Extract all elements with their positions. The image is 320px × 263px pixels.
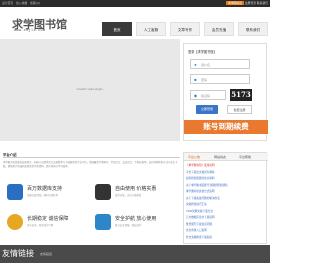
register-login-link[interactable]: 注册登录 [245, 1, 256, 5]
feature-title: 百万数据库支持 [27, 186, 63, 192]
main-nav: 首页 人工客服 文章写作 会员充值 联系我们 [102, 22, 272, 36]
top-bar-left: 设为首页 加入收藏 客服QQ [2, 1, 42, 5]
username-placeholder: 用户名 [201, 63, 211, 67]
feature-title: 安全护航 放心使用 [115, 216, 157, 222]
feature-desc: 多年运营，服务稳定可靠 [27, 224, 54, 227]
feature-stable: 长期稳定 诚信保障 多年运营，服务稳定可靠 [7, 212, 87, 232]
database-icon [7, 184, 23, 200]
lock-icon: ■ [194, 77, 197, 82]
shield-icon: ◆ [193, 93, 198, 98]
intro-divider [3, 157, 180, 158]
captcha-input[interactable]: ◆ 验证码 [190, 90, 226, 100]
nav-item-home[interactable]: 首页 [102, 22, 132, 36]
user-icon: ● [194, 62, 197, 67]
register-button[interactable]: 免费注册 [227, 105, 252, 114]
footer: 友情链接 友情链接 [0, 245, 270, 263]
login-panel: 登录【求学图书馆】 ● 用户名 ■ 密码 ◆ 验证码 5173 立即登录 免费注… [183, 43, 268, 141]
feature-desc: 账号安全保障，隐私保护 [115, 224, 142, 227]
captcha-placeholder: 验证码 [201, 94, 211, 98]
nav-item-writing[interactable]: 文章写作 [170, 22, 200, 36]
logo-url: www.cxjl1.com [14, 29, 46, 33]
site-name-link[interactable]: 求学图书馆 [226, 1, 245, 5]
password-placeholder: 密码 [201, 78, 208, 82]
feature-secure: 安全护航 放心使用 账号安全保障，隐私保护 [95, 212, 175, 232]
feature-title: 自由使用 价格实惠 [115, 186, 157, 192]
renew-banner[interactable]: 账号到期续费 [184, 120, 268, 134]
feature-desc: 按需充值，灵活方便超值 [115, 194, 142, 197]
tab-announcements[interactable]: 平台公告 [188, 155, 200, 159]
top-bar-right: 求学图书馆 注册登录 联系我们 [226, 1, 268, 5]
feature-database: 百万数据库支持 海量文献资源，随时在线检索 [7, 182, 87, 202]
plugin-message: Couldn't load plugin. [76, 87, 104, 91]
footer-title: 友情链接 [2, 249, 34, 258]
tab-help[interactable]: 平台帮助 [239, 155, 251, 159]
medal-icon [7, 214, 23, 230]
header: 求学图书馆 www.cxjl1.com 首页 人工客服 文章写作 会员充值 联系… [0, 7, 270, 37]
shield-icon [95, 214, 111, 230]
feature-title: 长期稳定 诚信保障 [27, 216, 69, 222]
feature-desc: 海量文献资源，随时在线检索 [27, 194, 59, 197]
contact-link[interactable]: 联系我们 [257, 1, 268, 5]
banner-plugin: Couldn't load plugin. [0, 39, 180, 141]
news-list: 《求学图书馆》使用说明 平台下载论文格式有哪些 如何找到需要的论文资料 关于求学… [186, 163, 266, 241]
intro-text: 求学图书馆是面向高校师生、科研人员提供论文文献检索与下载服务的专业平台，资源覆盖… [3, 161, 178, 168]
footer-sub: 友情链接 [40, 252, 53, 256]
captcha-image[interactable]: 5173 [230, 89, 252, 101]
login-button[interactable]: 立即登录 [196, 105, 218, 114]
add-favorite-link[interactable]: 加入收藏 [16, 1, 27, 5]
top-bar: 设为首页 加入收藏 客服QQ 求学图书馆 注册登录 联系我们 [0, 0, 270, 7]
tab-updates[interactable]: 网站动态 [214, 155, 226, 159]
nav-item-contact[interactable]: 联系我们 [238, 22, 268, 36]
login-title: 登录【求学图书馆】 [188, 50, 217, 54]
username-input[interactable]: ● 用户名 [190, 59, 250, 69]
nav-item-recharge[interactable]: 会员充值 [204, 22, 234, 36]
intro-section: 平台介绍 求学图书馆是面向高校师生、科研人员提供论文文献检索与下载服务的专业平台… [3, 152, 180, 242]
monitor-icon [95, 184, 111, 200]
news-tabs: 平台公告 网站动态 平台帮助 [184, 153, 268, 161]
password-input[interactable]: ■ 密码 [190, 74, 250, 84]
customer-service-link[interactable]: 客服QQ [30, 1, 40, 5]
news-item[interactable]: 外文文献检索下载指南 [186, 235, 266, 242]
feature-price: 自由使用 价格实惠 按需充值，灵活方便超值 [95, 182, 175, 202]
nav-item-service[interactable]: 人工客服 [136, 22, 166, 36]
news-panel: 平台公告 网站动态 平台帮助 《求学图书馆》使用说明 平台下载论文格式有哪些 如… [183, 152, 268, 244]
set-homepage-link[interactable]: 设为首页 [2, 1, 13, 5]
